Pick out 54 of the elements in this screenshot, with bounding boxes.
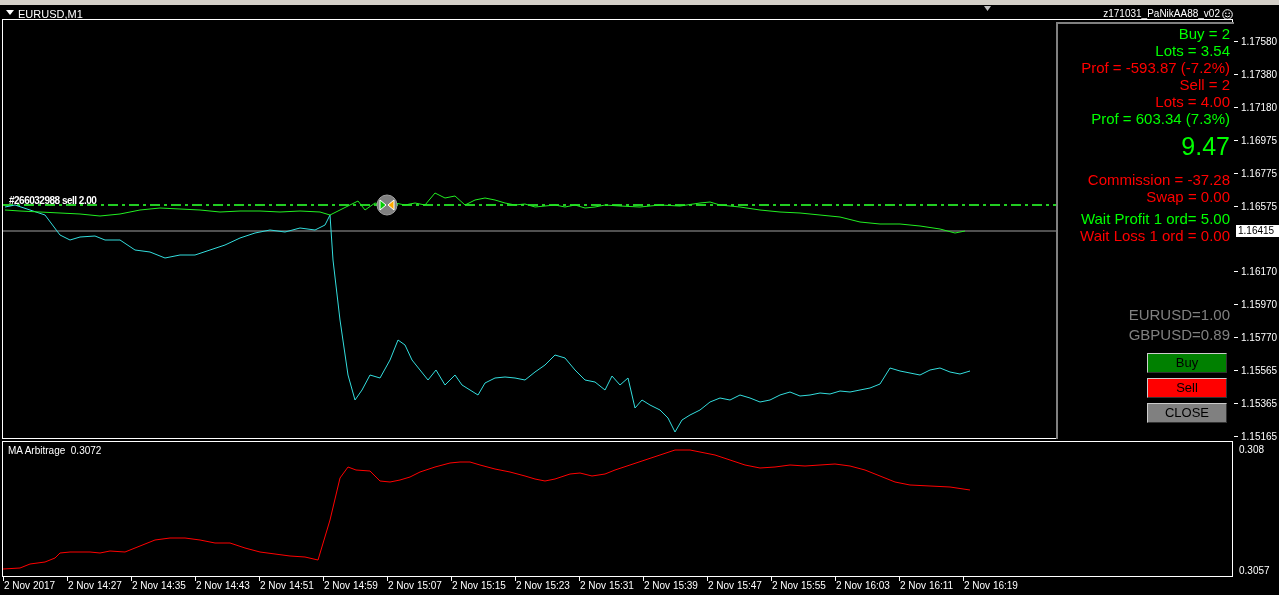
dropdown-icon[interactable]	[6, 10, 14, 15]
ratio-line: EURUSD=1.00	[1128, 305, 1230, 325]
time-axis-label: 2 Nov 14:27	[68, 580, 122, 591]
price-axis-label: 1.15165	[1241, 430, 1278, 442]
time-axis-label: 2 Nov 15:55	[772, 580, 826, 591]
current-price-tag: 1.16415	[1236, 225, 1279, 237]
stat-line: Wait Profit 1 ord= 5.00	[1080, 209, 1230, 226]
indicator-axis-label: 0.3057	[1239, 565, 1270, 576]
stat-line: Swap = 0.00	[1146, 187, 1230, 204]
stat-line: Sell = 2	[1179, 76, 1230, 92]
time-axis-label: 2 Nov 14:43	[196, 580, 250, 591]
price-axis-label: 1.16775	[1241, 167, 1278, 179]
time-axis-label: 2 Nov 15:23	[516, 580, 570, 591]
price-axis-label: 1.16975	[1241, 134, 1278, 146]
time-axis-label: 2 Nov 15:07	[388, 580, 442, 591]
time-axis-label: 2 Nov 16:03	[836, 580, 890, 591]
price-axis-label: 1.15565	[1241, 365, 1278, 376]
stat-line: Prof = -593.87 (-7.2%)	[1081, 58, 1230, 75]
price-axis-label: 1.17180	[1241, 101, 1278, 113]
indicator-title: MA Arbitrage 0.3072	[8, 445, 102, 456]
order-label: #266032988 sell 2.00	[9, 195, 97, 206]
expert-name: z171031_PaNikAA88_v02	[1103, 7, 1220, 21]
profit-total: 9.47	[1181, 131, 1230, 160]
stat-line: Wait Loss 1 ord = 0.00	[1080, 226, 1230, 243]
price-axis-label: 1.17380	[1241, 68, 1278, 80]
time-axis-label: 2 Nov 2017	[4, 580, 56, 591]
stat-line: Lots = 3.54	[1155, 42, 1230, 58]
trade-button[interactable]: Sell	[1147, 378, 1227, 398]
price-axis-label: 1.15970	[1241, 299, 1278, 311]
time-axis-label: 2 Nov 15:15	[452, 580, 506, 591]
order-level-line[interactable]	[2, 204, 1057, 206]
ratio-line: GBPUSD=0.89	[1128, 325, 1230, 345]
time-axis-label: 2 Nov 15:39	[644, 580, 698, 591]
chart-symbol: EURUSD,M1	[18, 8, 83, 20]
time-axis-label: 2 Nov 14:59	[324, 580, 378, 591]
time-axis-label: 2 Nov 15:31	[580, 580, 634, 591]
time-axis-label: 2 Nov 16:11	[900, 580, 954, 591]
time-axis-label: 2 Nov 16:19	[964, 580, 1018, 591]
trade-button[interactable]: Buy	[1147, 353, 1227, 373]
price-axis-label: 1.17580	[1241, 36, 1278, 47]
stat-line: Commission = -37.28	[1087, 170, 1230, 187]
stat-line: Lots = 4.00	[1155, 92, 1230, 109]
price-axis-label: 1.16170	[1241, 266, 1278, 278]
time-axis-label: 2 Nov 15:47	[708, 580, 762, 591]
price-axis-label: 1.16575	[1241, 200, 1278, 212]
price-axis-label: 1.15770	[1241, 332, 1278, 344]
trade-marker-icon[interactable]	[376, 194, 398, 216]
trade-button[interactable]: CLOSE	[1147, 403, 1227, 423]
time-axis-label: 2 Nov 14:35	[132, 580, 186, 591]
stat-line: Buy = 2	[1178, 24, 1230, 41]
stat-line: Prof = 603.34 (7.3%)	[1091, 109, 1230, 126]
price-axis-label: 1.15365	[1241, 397, 1278, 409]
time-axis-label: 2 Nov 14:51	[260, 580, 314, 591]
indicator-axis-label: 0.308	[1239, 444, 1265, 455]
